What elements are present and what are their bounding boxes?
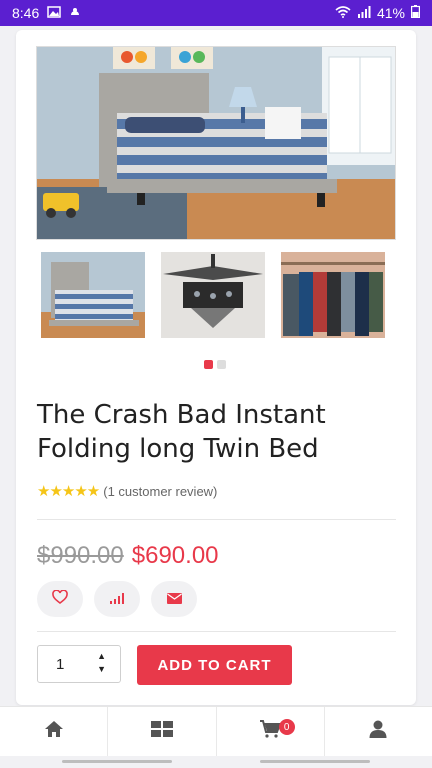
product-main-image[interactable] <box>36 46 396 240</box>
home-icon <box>44 720 64 743</box>
product-actions <box>37 581 197 617</box>
clock: 8:46 <box>12 5 40 21</box>
divider <box>37 631 396 632</box>
grid-icon <box>150 721 173 742</box>
bed-thumbnail[interactable] <box>41 252 145 338</box>
gesture-area <box>0 756 432 768</box>
signal-icon <box>357 5 371 21</box>
battery-text: 41% <box>376 5 405 21</box>
gesture-bar <box>62 760 172 763</box>
sale-price: $690.00 <box>131 542 219 569</box>
star-rating-icon: ★★★★★ <box>37 483 100 500</box>
product-rating: ★★★★★ (1 customer review) <box>37 482 217 500</box>
image-icon <box>47 5 61 21</box>
cart-badge: 0 <box>278 719 295 735</box>
decrement-icon[interactable]: ▼ <box>97 665 106 674</box>
divider <box>37 519 396 520</box>
user-icon <box>369 720 387 743</box>
nav-home[interactable] <box>0 707 109 756</box>
quantity-value: 1 <box>56 655 65 673</box>
battery-icon <box>411 5 421 21</box>
nav-categories[interactable] <box>108 707 217 756</box>
carousel-dot-2[interactable] <box>217 360 226 369</box>
carousel-dot-1[interactable] <box>204 360 213 369</box>
nav-cart[interactable]: 0 <box>217 707 325 756</box>
nav-account[interactable] <box>325 707 432 756</box>
thumbnail-strip <box>41 252 386 340</box>
quantity-stepper[interactable]: 1 ▲ ▼ <box>37 645 121 683</box>
product-card: The Crash Bad Instant Folding long Twin … <box>16 30 416 705</box>
product-title: The Crash Bad Instant Folding long Twin … <box>37 400 326 464</box>
clothes-rack-thumbnail[interactable] <box>281 252 385 338</box>
price-block: $990.00 $690.00 <box>37 542 219 570</box>
increment-icon[interactable]: ▲ <box>97 652 106 661</box>
wishlist-button[interactable] <box>37 581 83 617</box>
old-price: $990.00 <box>37 542 124 569</box>
bottom-nav: 0 <box>0 706 432 756</box>
cart-icon <box>259 720 282 743</box>
chandelier-thumbnail[interactable] <box>161 252 265 338</box>
status-bar: 8:46 41% <box>0 0 432 26</box>
signal-bars-icon <box>109 591 125 608</box>
heart-icon <box>52 589 68 608</box>
add-to-cart-button[interactable]: ADD TO CART <box>137 645 292 685</box>
review-link[interactable]: (1 customer review) <box>103 484 217 499</box>
android-icon <box>69 5 81 21</box>
carousel-dots <box>204 360 226 369</box>
compare-button[interactable] <box>94 581 140 617</box>
wifi-icon <box>335 5 351 21</box>
email-share-button[interactable] <box>151 581 197 617</box>
gesture-bar <box>260 760 370 763</box>
mail-icon <box>166 591 182 608</box>
